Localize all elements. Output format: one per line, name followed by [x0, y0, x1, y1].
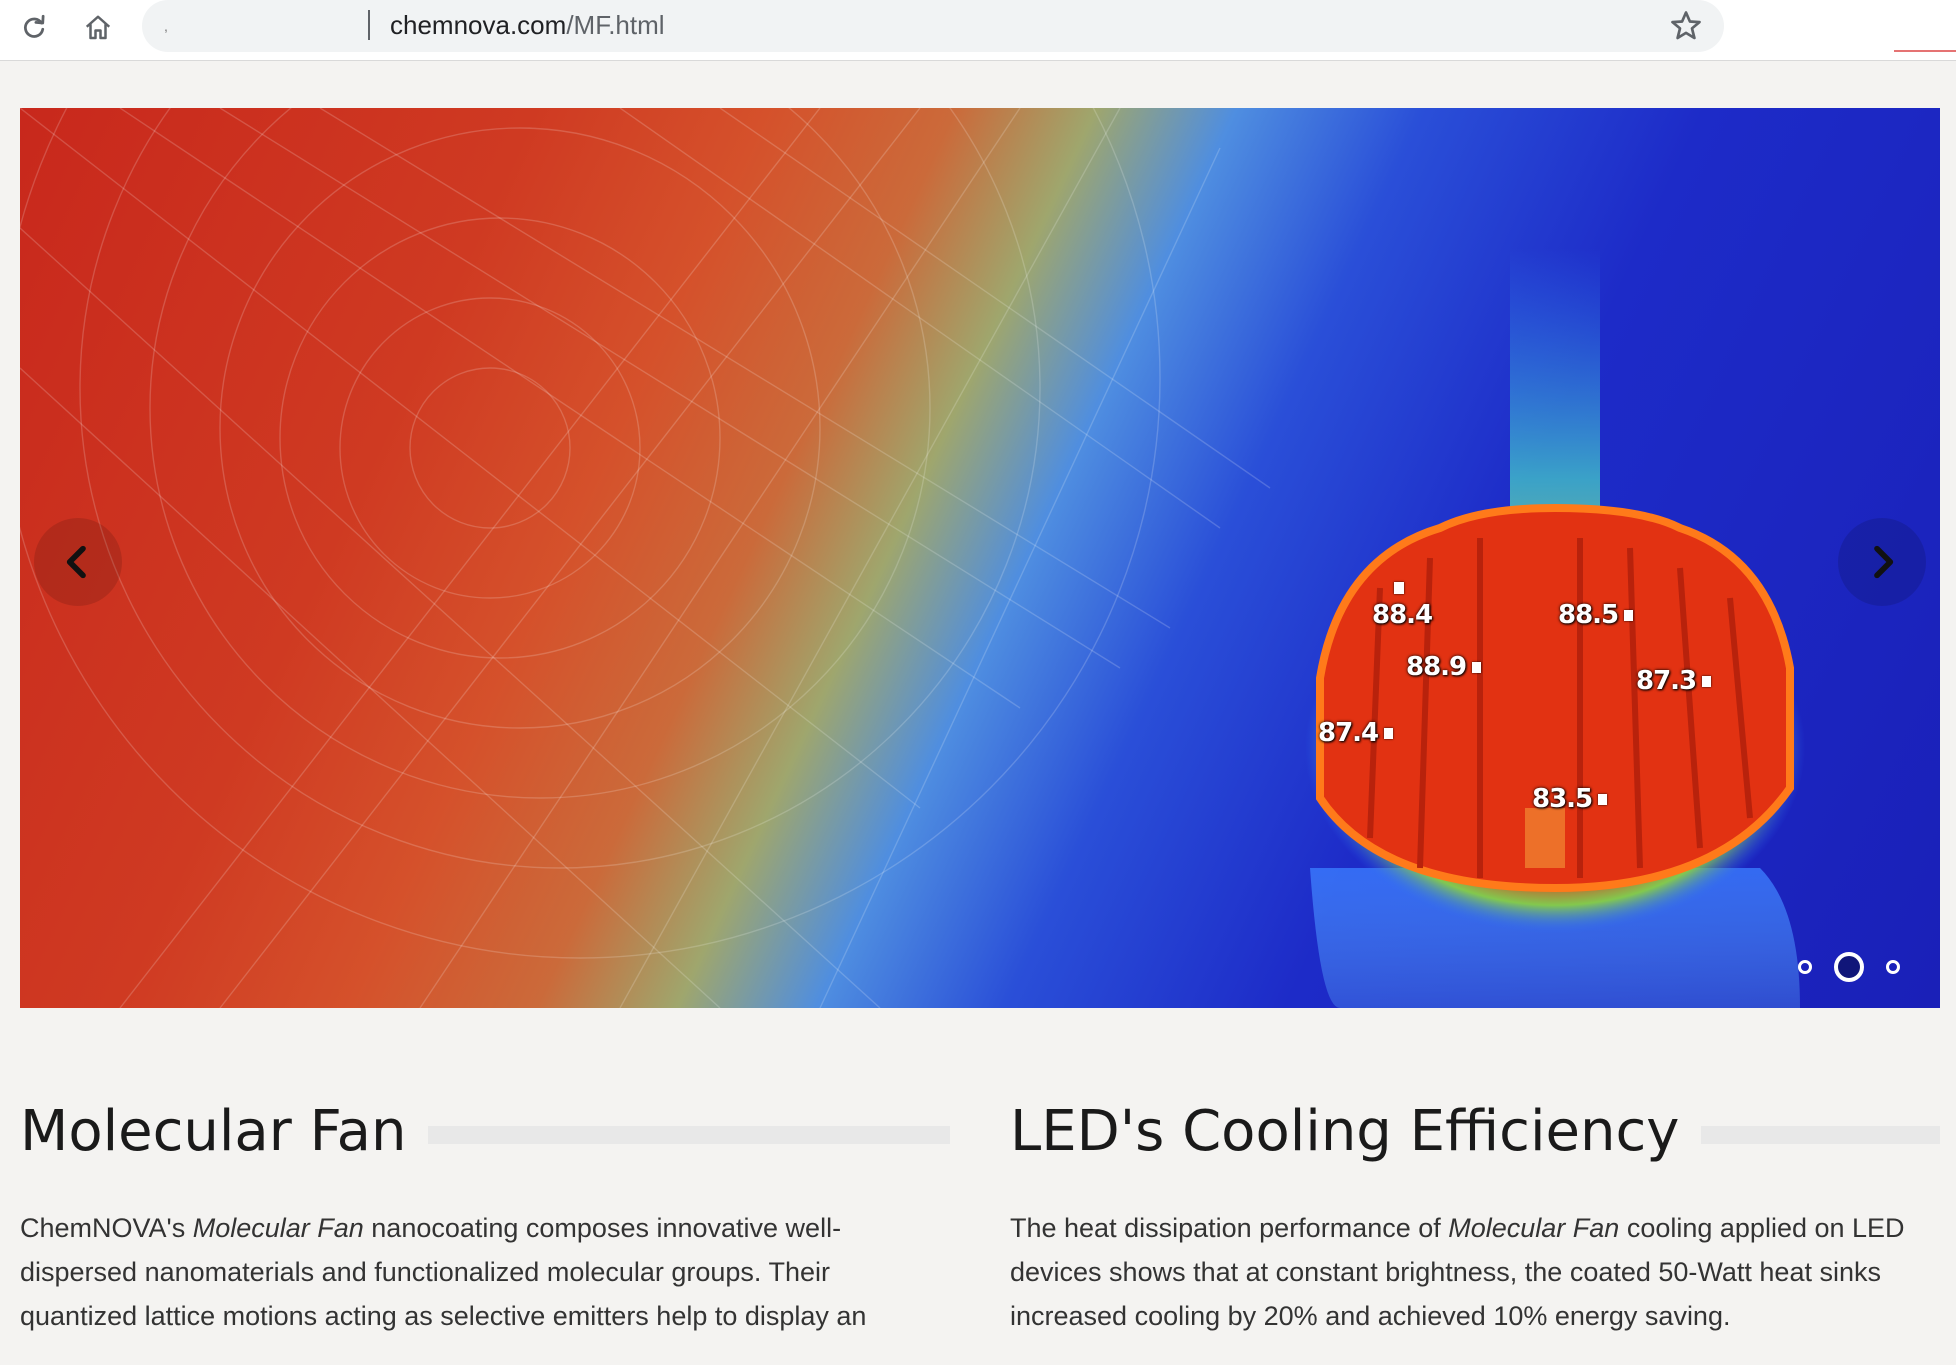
home-button[interactable]	[78, 8, 118, 48]
measurement-marker	[1394, 582, 1404, 594]
temperature-label: 87.4	[1318, 718, 1394, 748]
swirl-pattern	[20, 108, 1271, 1008]
omnibox-separator	[368, 10, 370, 40]
temperature-label: 87.3	[1636, 666, 1712, 696]
home-icon	[85, 15, 111, 40]
carousel-prev-button[interactable]	[34, 518, 122, 606]
led-cooling-section: LED's Cooling Efficiency The heat dissip…	[1010, 1100, 1940, 1365]
section-body: The heat dissipation performance of Mole…	[1010, 1213, 1905, 1331]
heading-rule	[1701, 1126, 1940, 1144]
section-title: Molecular Fan	[20, 1099, 407, 1164]
temperature-label: 88.5	[1558, 600, 1634, 630]
hero-carousel: 88.4 88.5 88.9 87.3 87.4 83.5	[20, 108, 1940, 1008]
chevron-right-icon	[1874, 545, 1894, 579]
url-host: chemnova.com	[390, 10, 567, 40]
section-heading-row: LED's Cooling Efficiency	[1010, 1100, 1940, 1164]
carousel-dot-2-active[interactable]	[1834, 952, 1864, 982]
extension-indicator	[1894, 50, 1956, 52]
temperature-label: 88.4	[1372, 600, 1433, 630]
browser-toolbar: , chemnova.com/MF.html	[0, 0, 1956, 61]
url-path: /MF.html	[566, 10, 665, 40]
hero-background-art	[20, 108, 1805, 1008]
bookmark-star-icon[interactable]	[1668, 8, 1704, 44]
heading-rule	[428, 1126, 950, 1144]
section-body: ChemNOVA's Molecular Fan nanocoating com…	[20, 1213, 867, 1331]
carousel-dot-1[interactable]	[1798, 960, 1812, 974]
reload-icon	[24, 14, 45, 38]
temperature-label: 88.9	[1406, 652, 1482, 682]
molecular-fan-section: Molecular Fan ChemNOVA's Molecular Fan n…	[20, 1100, 950, 1365]
section-title: LED's Cooling Efficiency	[1010, 1099, 1680, 1164]
omnibox-prefix: ,	[164, 18, 168, 34]
reload-button[interactable]	[14, 8, 54, 48]
temperature-label: 83.5	[1532, 784, 1608, 814]
chevron-left-icon	[66, 545, 86, 579]
address-bar[interactable]: , chemnova.com/MF.html	[142, 0, 1724, 52]
carousel-dot-3[interactable]	[1886, 960, 1900, 974]
carousel-indicators	[1798, 952, 1900, 982]
section-heading-row: Molecular Fan	[20, 1100, 950, 1164]
carousel-next-button[interactable]	[1838, 518, 1926, 606]
url-text[interactable]: chemnova.com/MF.html	[390, 8, 665, 42]
